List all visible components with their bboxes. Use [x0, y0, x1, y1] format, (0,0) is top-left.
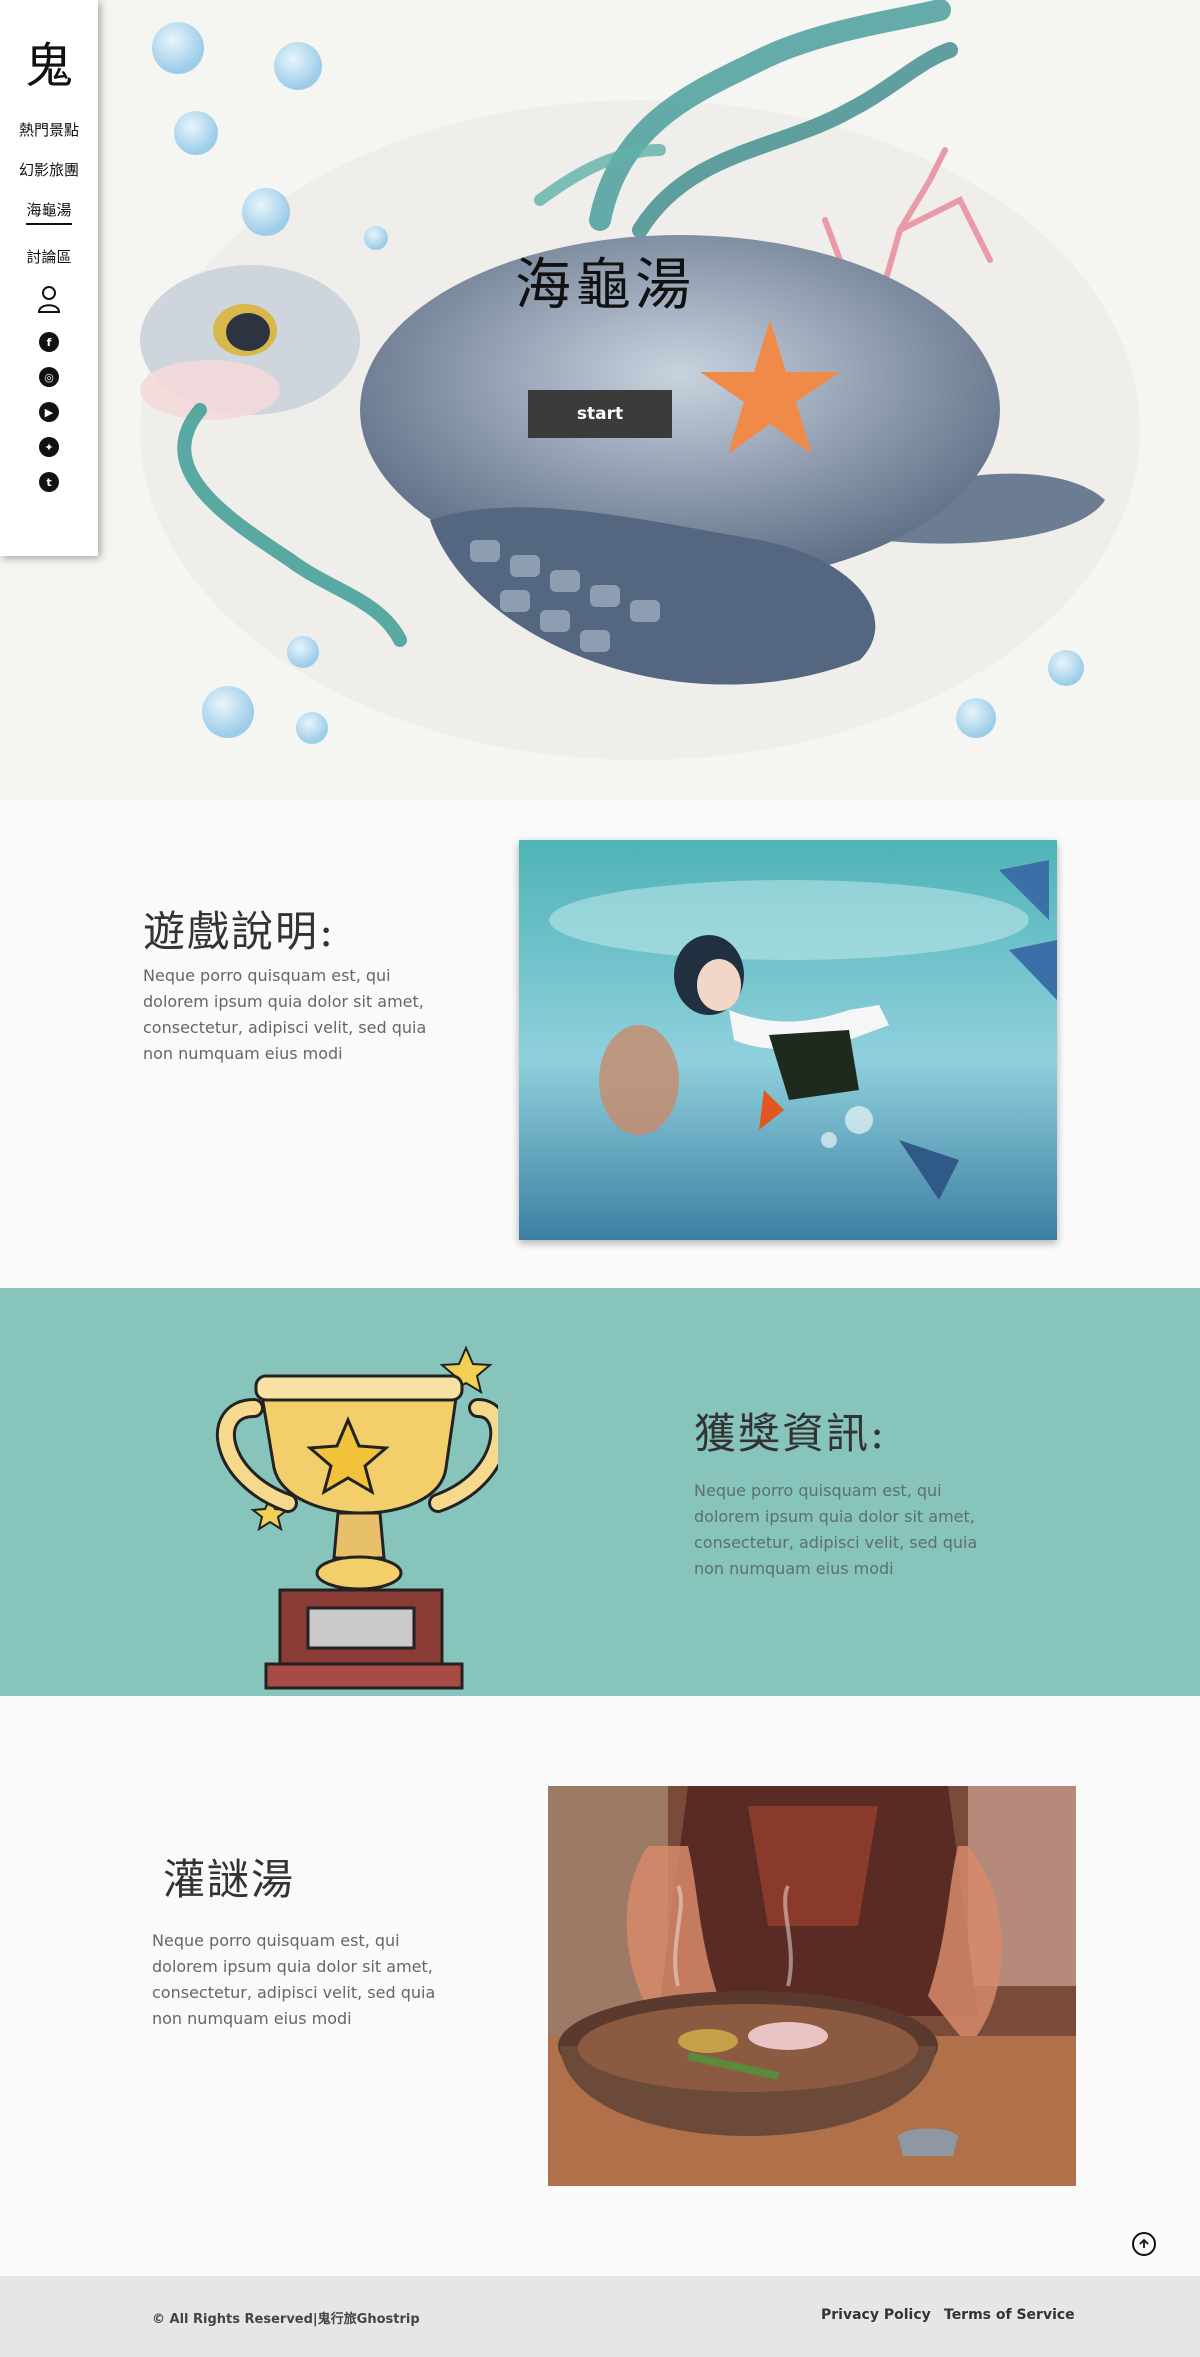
youtube-icon[interactable]: ▶: [39, 402, 59, 422]
award-text: Neque porro quisquam est, qui dolorem ip…: [694, 1481, 978, 1578]
privacy-policy-link[interactable]: Privacy Policy: [821, 2307, 931, 2323]
footer: © All Rights Reserved|鬼行旅Ghostrip Privac…: [0, 2276, 1200, 2357]
guanmitang-heading: 灌謎湯: [163, 1855, 296, 1904]
copyright-text: © All Rights Reserved|鬼行旅Ghostrip: [152, 2312, 420, 2327]
sidebar-item-forum[interactable]: 討論區: [26, 247, 71, 267]
guanmitang-section: 灌謎湯 Neque porro quisquam est, qui dolore…: [0, 1696, 1200, 2276]
game-instructions-section: 遊戲說明: Neque porro quisquam est, qui dolo…: [0, 800, 1200, 1288]
social-links: f ◎ ▶ ✦ t: [39, 317, 59, 492]
twitter-icon[interactable]: ✦: [39, 437, 59, 457]
user-icon[interactable]: [37, 285, 61, 317]
award-heading: 獲獎資訊:: [694, 1409, 887, 1458]
noodle-bowl-illustration: [548, 1786, 1076, 2186]
instructions-heading: 遊戲說明:: [143, 907, 336, 956]
hero-title: 海龜湯: [515, 253, 695, 318]
hero-section: 海龜湯 start: [0, 0, 1200, 800]
instructions-text: Neque porro quisquam est, qui dolorem ip…: [143, 966, 427, 1063]
sidebar: 鬼 熱門景點 幻影旅團 海龜湯 討論區 f ◎ ▶ ✦ t: [0, 0, 98, 556]
underwater-illustration: [519, 840, 1057, 1240]
start-button[interactable]: start: [528, 390, 672, 438]
facebook-icon[interactable]: f: [39, 332, 59, 352]
trophy-illustration: [208, 1328, 510, 1712]
tumblr-icon[interactable]: t: [39, 472, 59, 492]
sidebar-item-attractions[interactable]: 熱門景點: [19, 120, 79, 140]
terms-of-service-link[interactable]: Terms of Service: [944, 2307, 1075, 2323]
award-info-section: 獲獎資訊: Neque porro quisquam est, qui dolo…: [0, 1288, 1200, 1696]
back-to-top-icon[interactable]: [1132, 2232, 1156, 2256]
guanmitang-text: Neque porro quisquam est, qui dolorem ip…: [152, 1931, 436, 2028]
instagram-icon[interactable]: ◎: [39, 367, 59, 387]
sidebar-item-turtle-soup[interactable]: 海龜湯: [26, 200, 72, 225]
sidebar-item-phantom-troupe[interactable]: 幻影旅團: [19, 160, 79, 180]
brand-logo[interactable]: 鬼: [25, 42, 73, 108]
